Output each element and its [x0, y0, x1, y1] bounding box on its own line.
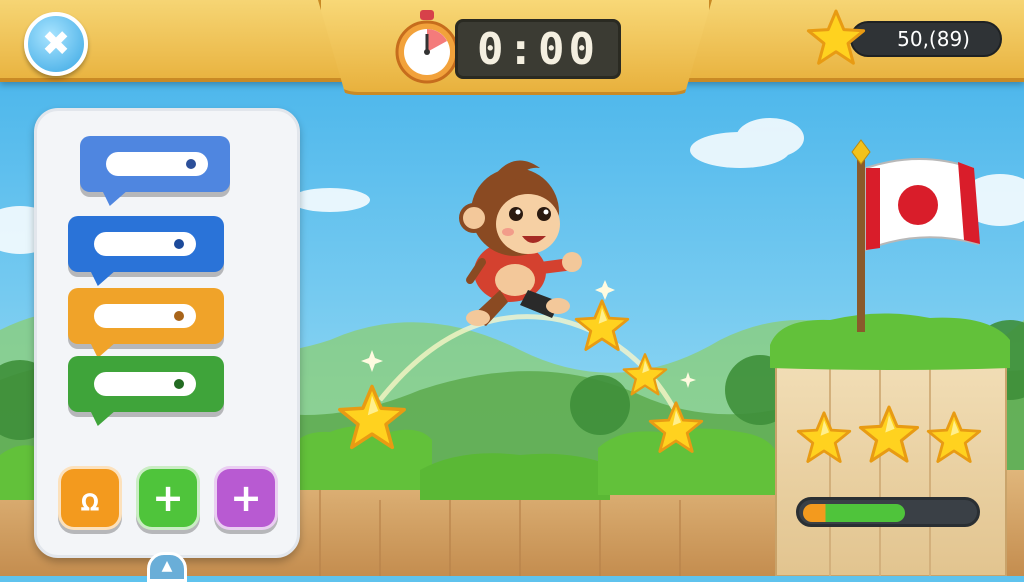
code-block-blue[interactable]	[68, 216, 224, 286]
block-input-slot[interactable]	[94, 372, 196, 396]
block-input-slot[interactable]	[94, 232, 196, 256]
loop-button[interactable]: ꭥ	[58, 466, 122, 530]
code-block-green[interactable]	[68, 356, 224, 426]
goal-flag	[850, 138, 982, 334]
loop-icon: ꭥ	[80, 482, 100, 518]
level-stars	[796, 404, 982, 466]
panel-toggle-handle[interactable]: ▲	[147, 552, 187, 582]
code-block-orange[interactable]	[68, 288, 224, 358]
timer-value: 0:00	[477, 23, 599, 75]
code-block-blue-light[interactable]	[80, 136, 230, 206]
plus-icon: +	[152, 476, 184, 520]
score-counter: 50,(89)	[850, 21, 1002, 57]
progress-fill	[803, 504, 905, 522]
close-icon: ✖	[41, 24, 71, 64]
star-icon	[806, 9, 866, 65]
level-progress-bar	[796, 497, 980, 527]
stopwatch-icon	[395, 10, 459, 84]
score-text: 50,(89)	[897, 27, 970, 51]
add-block-purple-button[interactable]: +	[214, 466, 278, 530]
timer-display: 0:00	[455, 19, 621, 79]
add-block-green-button[interactable]: +	[136, 466, 200, 530]
chevron-up-icon: ▲	[161, 558, 173, 574]
plus-icon: +	[230, 476, 262, 520]
block-input-slot[interactable]	[106, 152, 208, 176]
close-button[interactable]: ✖	[24, 12, 88, 76]
block-input-slot[interactable]	[94, 304, 196, 328]
